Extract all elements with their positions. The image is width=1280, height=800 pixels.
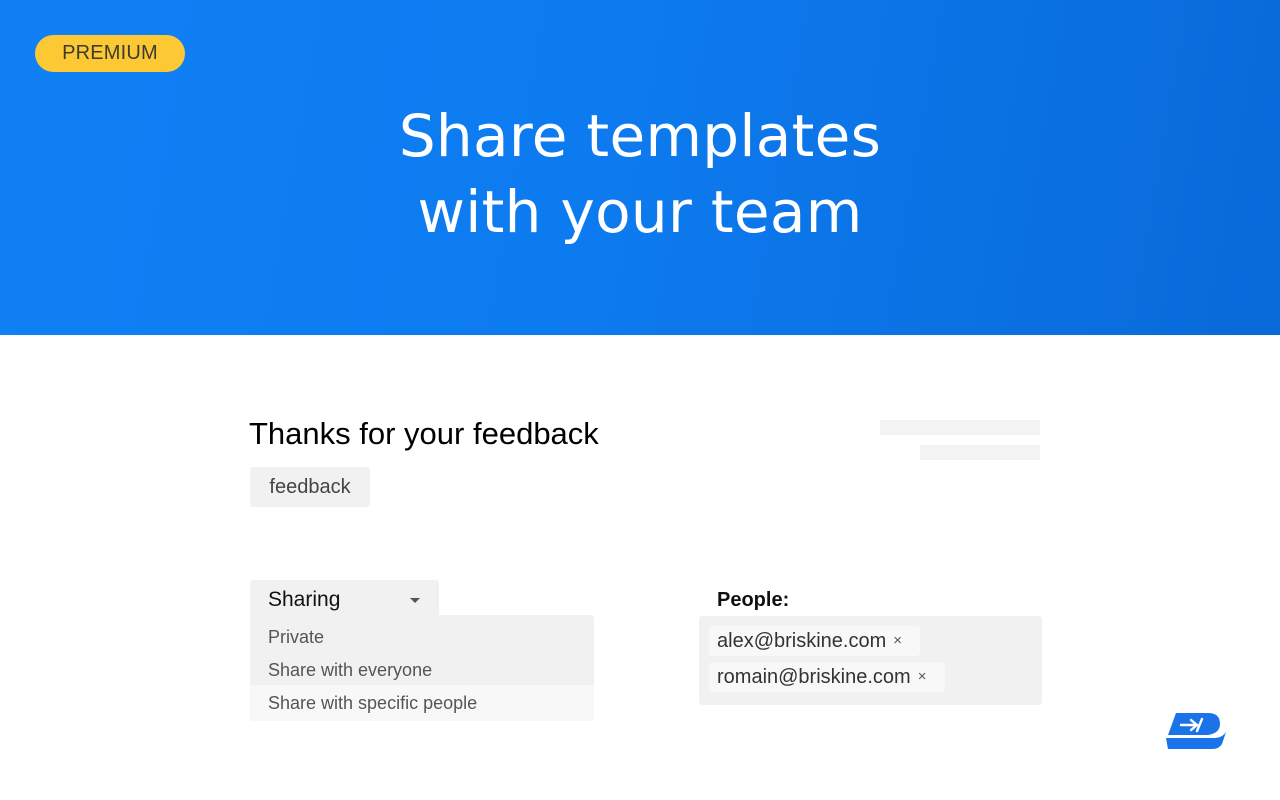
hero-title-line-1: Share templates [398,102,882,170]
placeholder-bar [920,445,1040,460]
remove-icon[interactable]: × [893,626,902,656]
option-share-with-specific-people[interactable]: Share with specific people [250,685,594,721]
hero-title-line-2: with your team [417,178,863,246]
hero-banner: PREMIUM Share templates with your team [0,0,1280,335]
option-share-with-everyone[interactable]: Share with everyone [250,654,594,687]
template-title: Thanks for your feedback [249,416,599,451]
email-chip: romain@briskine.com × [709,662,945,692]
caret-down-icon [410,598,420,603]
remove-icon[interactable]: × [918,662,927,692]
template-tag[interactable]: feedback [250,467,370,507]
placeholder-bar [880,420,1040,435]
people-label: People: [717,589,790,611]
sharing-dropdown[interactable]: Sharing [250,580,439,620]
email-chip-text: alex@briskine.com [717,630,887,652]
email-chip-text: romain@briskine.com [717,666,911,688]
email-chip: alex@briskine.com × [709,626,920,656]
sharing-dropdown-label: Sharing [268,588,341,611]
premium-badge: PREMIUM [35,35,185,72]
people-input[interactable]: alex@briskine.com × romain@briskine.com × [699,616,1042,705]
briskine-logo-icon [1166,713,1226,749]
option-private[interactable]: Private [250,621,594,654]
sharing-options-list: Private Share with everyone Share with s… [250,615,594,721]
hero-title: Share templates with your team [0,98,1280,250]
